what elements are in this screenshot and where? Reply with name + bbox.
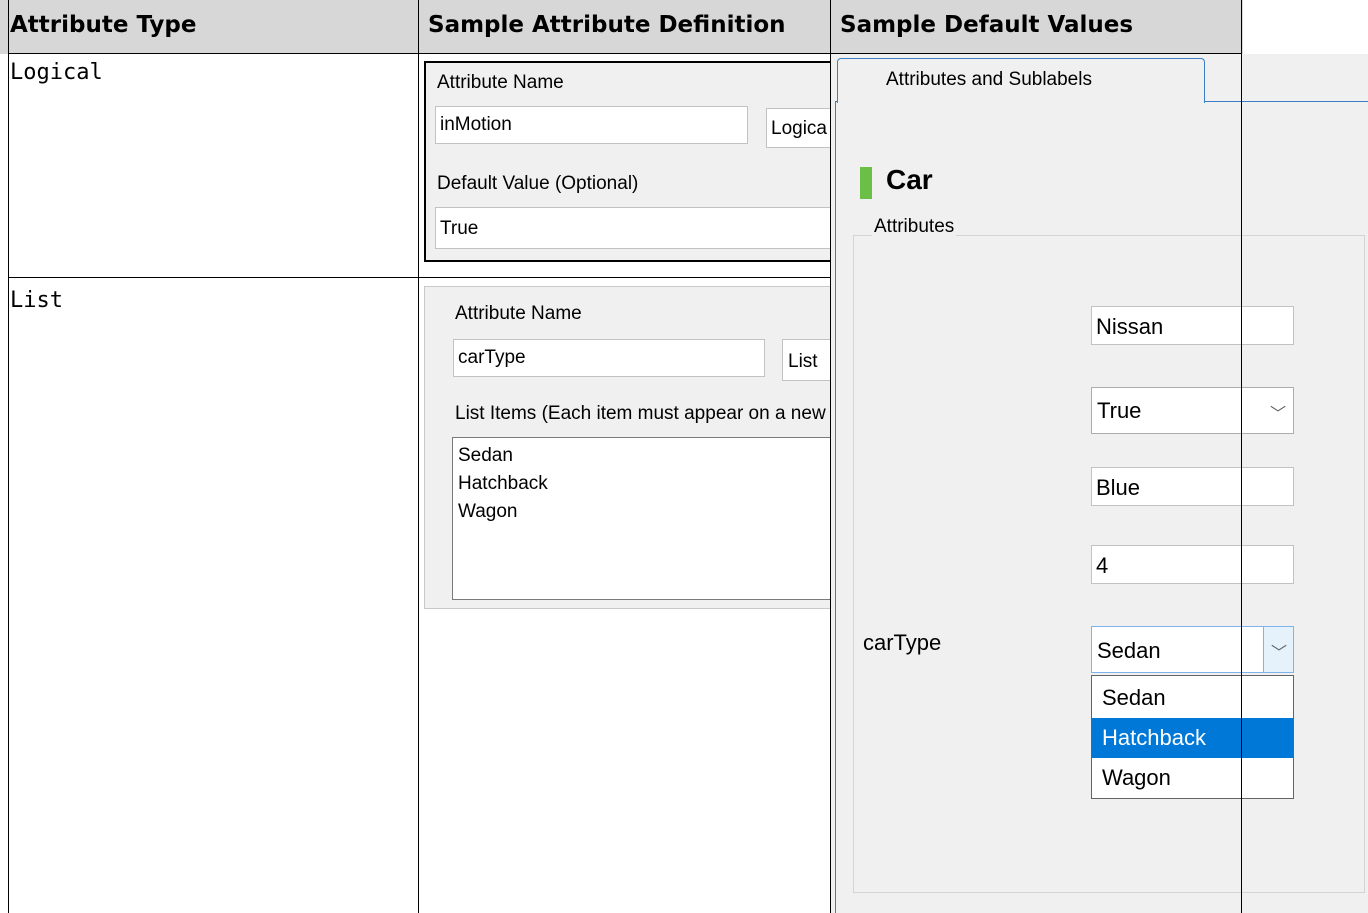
- row-type-list: List: [10, 288, 63, 313]
- attributes-group-title: Attributes: [872, 216, 957, 238]
- dropdown-option-sedan[interactable]: Sedan: [1092, 678, 1293, 717]
- table-border-left: [8, 0, 9, 913]
- table-row-divider: [8, 277, 831, 278]
- header-sample-default-values-text: Sample Default Values: [840, 12, 1134, 38]
- chevron-down-icon[interactable]: ﹀: [1268, 639, 1290, 663]
- label-color-swatch: [860, 167, 872, 199]
- list-name-input[interactable]: carType: [453, 339, 765, 377]
- logical-definition-panel: Attribute Name inMotion Logica Default V…: [424, 61, 836, 262]
- list-item: Sedan: [458, 445, 513, 466]
- attribute-cartype-select[interactable]: Sedan ﹀: [1091, 626, 1294, 673]
- tab-label: Attributes and Sublabels: [886, 69, 1092, 90]
- attribute-logical-value: True: [1097, 398, 1142, 423]
- default-values-panel: Attributes and Sublabels Car Attributes …: [831, 54, 1368, 913]
- dropdown-button[interactable]: ﹀: [1263, 627, 1293, 672]
- header-attribute-type: Attribute Type: [0, 0, 418, 54]
- attribute-cartype-value: Sedan: [1097, 638, 1161, 663]
- list-items-label: List Items (Each item must appear on a n…: [455, 403, 867, 424]
- table-border-right: [1241, 0, 1242, 913]
- attribute-cartype-label: carType: [863, 630, 942, 655]
- header-attribute-type-text: Attribute Type: [10, 12, 197, 38]
- list-type-value: List: [788, 351, 818, 372]
- attribute-text-input-2[interactable]: Blue: [1091, 467, 1294, 506]
- table-column-divider-1: [418, 0, 419, 913]
- label-name: Car: [886, 164, 933, 195]
- table-column-divider-2: [830, 0, 831, 913]
- attribute-text-input[interactable]: Nissan: [1091, 306, 1294, 345]
- logical-name-label: Attribute Name: [437, 72, 564, 93]
- chevron-down-icon[interactable]: ﹀: [1267, 400, 1289, 424]
- attribute-numeric-input[interactable]: 4: [1091, 545, 1294, 584]
- list-name-label: Attribute Name: [455, 303, 582, 324]
- logical-type-select[interactable]: Logica: [766, 108, 836, 148]
- row-type-logical: Logical: [10, 60, 103, 85]
- tab-attributes-and-sublabels[interactable]: Attributes and Sublabels: [837, 58, 1205, 103]
- cartype-dropdown-list: Sedan Hatchback Wagon: [1091, 675, 1294, 799]
- attribute-logical-select[interactable]: True ﹀: [1091, 387, 1294, 434]
- logical-default-input[interactable]: True: [435, 207, 835, 249]
- table-header-divider: [8, 53, 1242, 54]
- list-item: Wagon: [458, 501, 518, 522]
- header-sample-default-values: Sample Default Values: [830, 0, 1243, 54]
- list-item: Hatchback: [458, 473, 548, 494]
- logical-name-input[interactable]: inMotion: [435, 106, 748, 144]
- dropdown-option-hatchback[interactable]: Hatchback: [1092, 718, 1293, 758]
- header-sample-definition: Sample Attribute Definition: [418, 0, 830, 54]
- header-sample-definition-text: Sample Attribute Definition: [428, 12, 786, 38]
- dropdown-option-wagon[interactable]: Wagon: [1092, 758, 1293, 797]
- logical-default-label: Default Value (Optional): [437, 173, 639, 194]
